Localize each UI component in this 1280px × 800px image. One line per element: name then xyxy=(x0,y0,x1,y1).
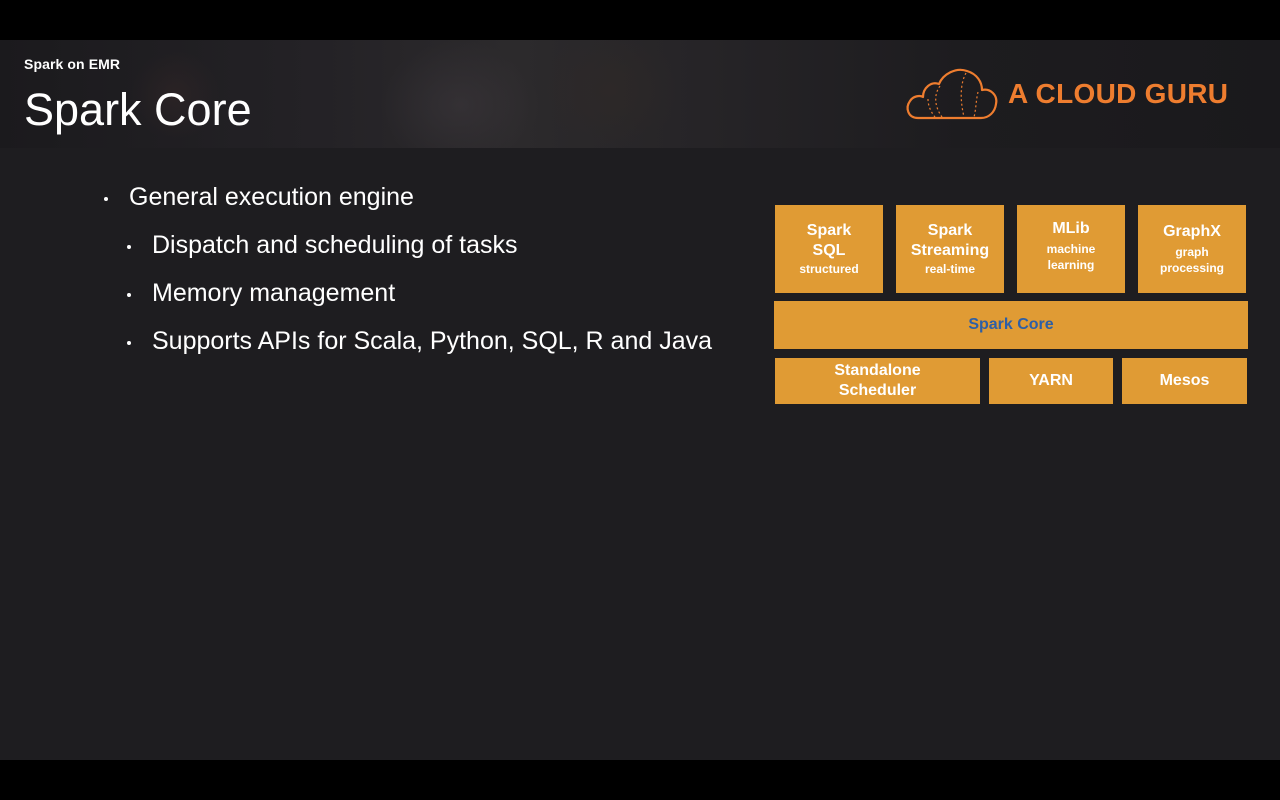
slide-header: Spark on EMR Spark Core A CLOUD GURU xyxy=(0,40,1280,148)
bullet-marker xyxy=(127,293,131,297)
box-subtitle-line: processing xyxy=(1159,261,1225,275)
box-title-line: Mesos xyxy=(1159,372,1210,389)
box-subtitle-line: learning xyxy=(1047,258,1095,272)
brand-logo: A CLOUD GURU xyxy=(904,66,1244,122)
box-subtitle-line: graph xyxy=(1175,245,1209,259)
box-subtitle: structured xyxy=(799,262,859,276)
video-frame: Spark on EMR Spark Core A CLOUD GURU Gen… xyxy=(0,0,1280,800)
bullet-item: Memory management xyxy=(152,279,396,307)
box-title-line: Scheduler xyxy=(838,382,917,399)
brand-logo-text: A CLOUD GURU xyxy=(1008,78,1229,109)
mlib-box: MLib machine learning xyxy=(1017,205,1125,293)
box-title-line: Streaming xyxy=(910,242,990,259)
box-subtitle-line: machine xyxy=(1046,242,1096,256)
spark-core-box: Spark Core xyxy=(774,301,1248,349)
yarn-box: YARN xyxy=(989,358,1113,404)
slide-title: Spark Core xyxy=(24,84,252,135)
bullet-marker xyxy=(127,245,131,249)
spark-sql-box: Spark SQL structured xyxy=(775,205,883,293)
bullet-marker xyxy=(127,341,131,345)
header-background-shade xyxy=(380,40,540,148)
standalone-scheduler-box: Standalone Scheduler xyxy=(775,358,980,404)
box-title-line: Standalone xyxy=(834,362,921,379)
box-title-line: GraphX xyxy=(1163,223,1221,240)
box-title-line: Spark xyxy=(927,222,973,239)
header-background-shade xyxy=(540,40,680,148)
spark-streaming-box: Spark Streaming real-time xyxy=(896,205,1004,293)
slide-subtitle: Spark on EMR xyxy=(24,56,121,72)
box-title-line: Spark xyxy=(806,222,852,239)
cloud-icon xyxy=(906,68,998,120)
bullet-item: General execution engine xyxy=(129,183,414,211)
graphx-box: GraphX graph processing xyxy=(1138,205,1246,293)
box-title-line: SQL xyxy=(812,242,846,259)
slide: Spark on EMR Spark Core A CLOUD GURU Gen… xyxy=(0,40,1280,760)
mesos-box: Mesos xyxy=(1122,358,1247,404)
bullet-item: Dispatch and scheduling of tasks xyxy=(152,231,518,259)
box-title-line: YARN xyxy=(1029,372,1073,389)
box-subtitle: real-time xyxy=(924,262,976,276)
box-title-line: MLib xyxy=(1052,220,1090,237)
bullet-marker xyxy=(104,197,108,201)
bullet-item: Supports APIs for Scala, Python, SQL, R … xyxy=(152,327,713,355)
spark-core-label: Spark Core xyxy=(968,316,1054,333)
